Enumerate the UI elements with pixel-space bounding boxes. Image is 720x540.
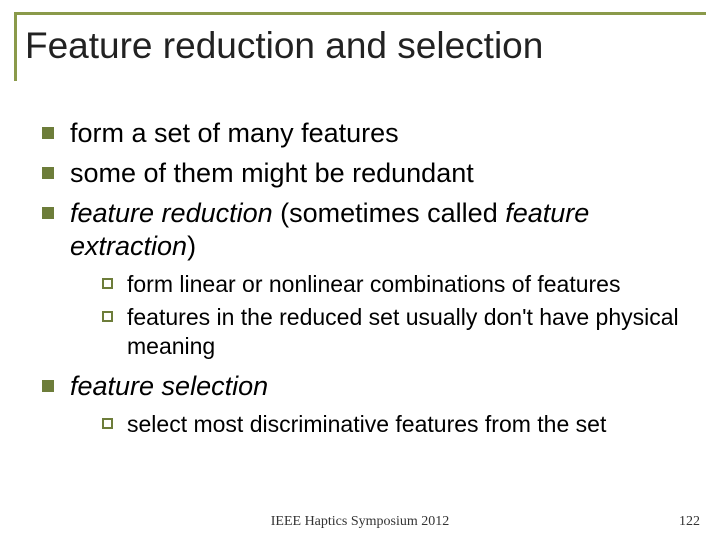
bullet-square-icon (42, 380, 54, 392)
content-area: form a set of many features some of them… (14, 117, 706, 439)
sub-bullet-square-icon (102, 278, 113, 289)
bullet-text-italic: feature reduction (70, 198, 273, 228)
footer: IEEE Haptics Symposium 2012 122 (0, 514, 720, 530)
title-container: Feature reduction and selection (14, 12, 706, 81)
bullet-square-icon (42, 127, 54, 139)
slide-title: Feature reduction and selection (25, 25, 706, 67)
sub-bullet-text: select most discriminative features from… (127, 410, 606, 439)
sub-bullet-square-icon (102, 418, 113, 429)
bullet-item: feature reduction (sometimes called feat… (42, 197, 706, 265)
bullet-square-icon (42, 207, 54, 219)
footer-center-text: IEEE Haptics Symposium 2012 (271, 514, 450, 530)
sub-bullet-group: form linear or nonlinear combinations of… (42, 270, 706, 360)
bullet-square-icon (42, 167, 54, 179)
sub-bullet-square-icon (102, 311, 113, 322)
page-number: 122 (679, 514, 700, 530)
bullet-item: feature selection (42, 370, 706, 404)
sub-bullet-text: features in the reduced set usually don'… (127, 303, 706, 361)
bullet-text: form a set of many features (70, 117, 399, 151)
bullet-text-span: ) (187, 231, 196, 261)
sub-bullet-text: form linear or nonlinear combinations of… (127, 270, 620, 299)
sub-bullet-item: select most discriminative features from… (102, 410, 706, 439)
bullet-text-span: (sometimes called (273, 198, 506, 228)
bullet-item: some of them might be redundant (42, 157, 706, 191)
bullet-text: some of them might be redundant (70, 157, 474, 191)
sub-bullet-group: select most discriminative features from… (42, 410, 706, 439)
sub-bullet-item: form linear or nonlinear combinations of… (102, 270, 706, 299)
bullet-text: feature selection (70, 370, 268, 404)
sub-bullet-item: features in the reduced set usually don'… (102, 303, 706, 361)
bullet-item: form a set of many features (42, 117, 706, 151)
bullet-text: feature reduction (sometimes called feat… (70, 197, 706, 265)
